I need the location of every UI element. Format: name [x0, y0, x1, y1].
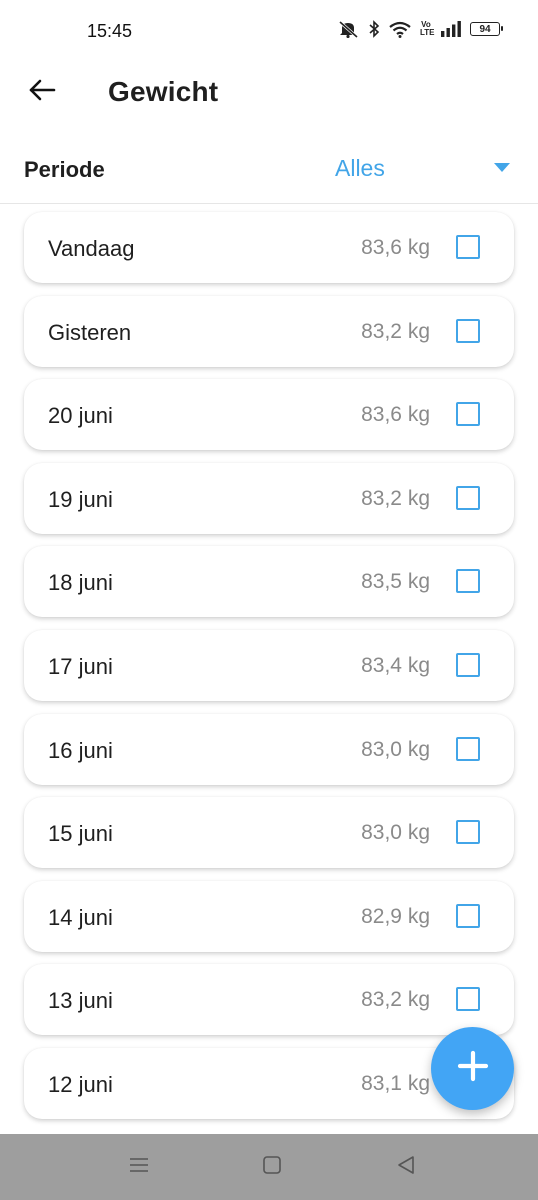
back-triangle-icon — [396, 1155, 416, 1180]
entry-date: 19 juni — [48, 487, 113, 512]
entry-weight: 83,5 kg — [361, 570, 430, 593]
weight-entry[interactable]: 18 juni 83,5 kg — [24, 546, 514, 617]
bluetooth-icon — [368, 20, 380, 38]
entry-weight: 83,4 kg — [361, 654, 430, 677]
status-time: 15:45 — [87, 21, 133, 41]
volte-bottom: LTE — [420, 28, 435, 37]
period-value: Alles — [335, 155, 385, 181]
system-nav-bar — [0, 1134, 538, 1200]
weight-entry[interactable]: 19 juni 83,2 kg — [24, 463, 514, 534]
entry-checkbox[interactable] — [456, 653, 480, 677]
entry-checkbox[interactable] — [456, 235, 480, 259]
entry-weight: 83,0 kg — [361, 821, 430, 844]
entry-date: 16 juni — [48, 738, 113, 763]
entry-weight: 83,2 kg — [361, 988, 430, 1011]
weight-entry[interactable]: 14 juni 82,9 kg — [24, 881, 514, 952]
period-row: Periode Alles — [0, 140, 538, 202]
weight-entry[interactable]: 15 juni 83,0 kg — [24, 797, 514, 868]
entry-weight: 83,1 kg — [361, 1072, 430, 1095]
weight-list[interactable]: Vandaag 83,6 kg Gisteren 83,2 kg 20 juni… — [0, 204, 538, 1134]
weight-entry[interactable]: Vandaag 83,6 kg — [24, 212, 514, 283]
battery-icon: 94 — [470, 22, 503, 36]
period-label: Periode — [24, 157, 105, 182]
arrow-left-icon — [28, 78, 56, 107]
entry-date: 20 juni — [48, 403, 113, 428]
entry-checkbox[interactable] — [456, 486, 480, 510]
entry-date: 18 juni — [48, 570, 113, 595]
status-icons: Vo LTE 94 — [337, 20, 503, 38]
period-dropdown[interactable]: Alles — [300, 140, 538, 198]
status-bar: 15:45 Vo LTE 94 — [0, 0, 538, 62]
entry-date: Vandaag — [48, 236, 135, 261]
weight-entry[interactable]: 20 juni 83,6 kg — [24, 379, 514, 450]
entry-weight: 83,6 kg — [361, 236, 430, 259]
weight-entry[interactable]: Gisteren 83,2 kg — [24, 296, 514, 367]
entry-date: 13 juni — [48, 988, 113, 1013]
entry-date: 14 juni — [48, 905, 113, 930]
entry-checkbox[interactable] — [456, 904, 480, 928]
entry-date: 15 juni — [48, 821, 113, 846]
entry-checkbox[interactable] — [456, 319, 480, 343]
page-title: Gewicht — [108, 76, 219, 107]
entry-checkbox[interactable] — [456, 987, 480, 1011]
nav-back-button[interactable] — [393, 1154, 419, 1180]
entry-date: 17 juni — [48, 654, 113, 679]
weight-entry[interactable]: 13 juni 83,2 kg — [24, 964, 514, 1035]
entry-checkbox[interactable] — [456, 402, 480, 426]
plus-icon — [457, 1050, 489, 1087]
signal-icon — [441, 21, 461, 37]
entry-weight: 82,9 kg — [361, 905, 430, 928]
battery-level: 94 — [479, 23, 491, 35]
back-button[interactable] — [22, 72, 62, 112]
add-entry-button[interactable] — [431, 1027, 514, 1110]
entry-weight: 83,0 kg — [361, 738, 430, 761]
entry-checkbox[interactable] — [456, 820, 480, 844]
caret-down-icon — [494, 163, 510, 172]
home-square-icon — [262, 1155, 282, 1180]
weight-entry[interactable]: 17 juni 83,4 kg — [24, 630, 514, 701]
mute-icon — [337, 20, 359, 38]
menu-icon — [128, 1156, 150, 1179]
wifi-icon — [389, 21, 411, 38]
entry-weight: 83,2 kg — [361, 320, 430, 343]
nav-menu-button[interactable] — [126, 1154, 152, 1180]
app-bar: Gewicht — [0, 62, 538, 124]
entry-checkbox[interactable] — [456, 569, 480, 593]
volte-icon: Vo LTE — [420, 21, 435, 37]
entry-checkbox[interactable] — [456, 737, 480, 761]
entry-date: 12 juni — [48, 1072, 113, 1097]
entry-weight: 83,2 kg — [361, 487, 430, 510]
entry-weight: 83,6 kg — [361, 403, 430, 426]
weight-entry[interactable]: 16 juni 83,0 kg — [24, 714, 514, 785]
nav-home-button[interactable] — [259, 1154, 285, 1180]
entry-date: Gisteren — [48, 320, 132, 345]
